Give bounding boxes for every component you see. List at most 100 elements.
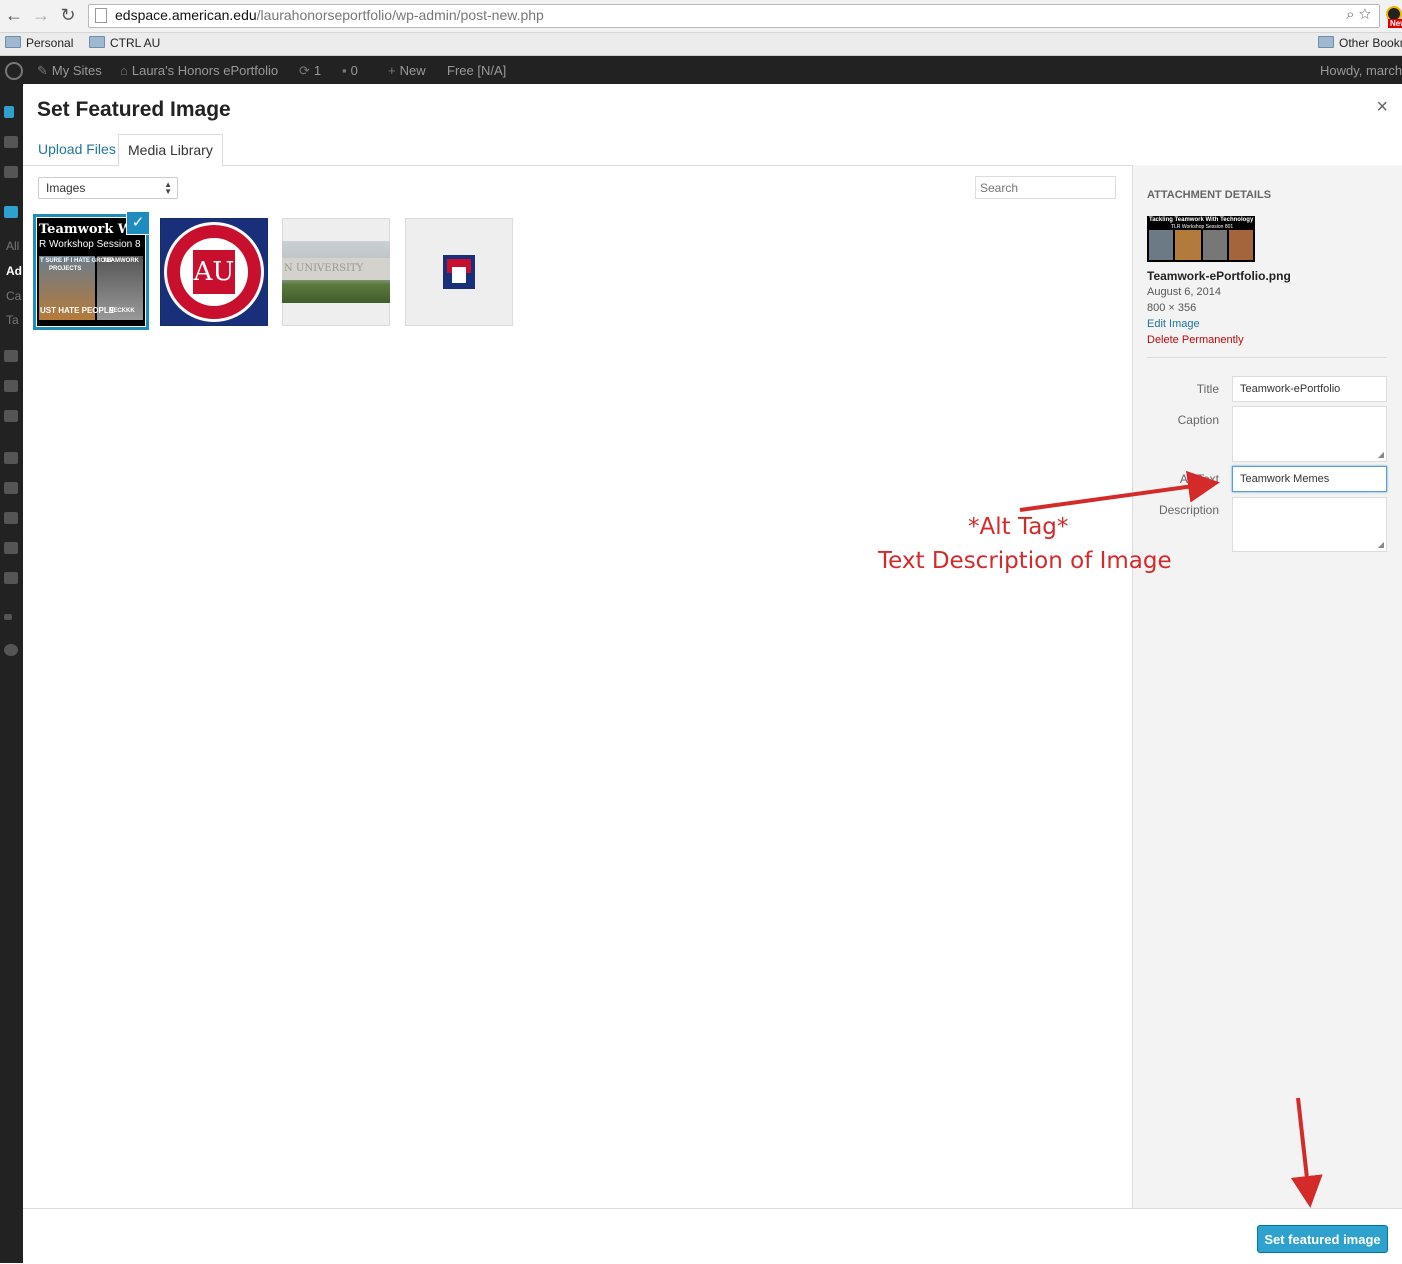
- admin-sidebar: All Ad Ca Ta: [0, 84, 23, 1263]
- url-path: /laurahonorseportfolio/wp-admin/post-new…: [256, 7, 544, 23]
- posts-icon[interactable]: [4, 206, 18, 218]
- caption-label: Caption: [1177, 413, 1219, 427]
- select-arrows-icon: ▲ ▼: [164, 180, 172, 196]
- comment-icon: ▪: [342, 63, 347, 78]
- thumb-text: PROJECTS: [49, 266, 82, 272]
- title-label: Title: [1196, 382, 1219, 396]
- preview-meme: [1175, 230, 1201, 260]
- set-featured-image-button[interactable]: Set featured image: [1257, 1225, 1388, 1253]
- site-name-menu[interactable]: ⌂ Laura's Honors ePortfolio: [120, 63, 278, 78]
- annotation-description: Text Description of Image: [878, 548, 1172, 574]
- thumb-text: UST HATE PEOPLE: [40, 306, 115, 315]
- bookmark-label: Other Bookm: [1339, 36, 1402, 50]
- tools-icon[interactable]: [4, 542, 18, 554]
- new-label: New: [399, 63, 426, 78]
- filter-value: Images: [46, 181, 86, 195]
- wall-text: N UNIVERSITY: [282, 258, 390, 280]
- misc-icon[interactable]: [4, 614, 12, 620]
- reload-icon[interactable]: ↻: [58, 5, 78, 25]
- delete-permanently-link[interactable]: Delete Permanently: [1147, 334, 1244, 346]
- back-arrow-icon[interactable]: ←: [4, 5, 24, 25]
- folder-icon: [89, 36, 105, 48]
- attachment-university-wall[interactable]: N UNIVERSITY: [282, 218, 390, 326]
- sidebar-item-categories[interactable]: Ca: [6, 289, 21, 303]
- alt-text-field[interactable]: [1232, 466, 1387, 492]
- howdy-menu[interactable]: Howdy, march: [1320, 63, 1402, 78]
- extension-icon[interactable]: New: [1384, 6, 1402, 28]
- thumb-text: NECKKK: [109, 308, 135, 314]
- comments-count: 0: [350, 63, 358, 78]
- preview-title: Tackling Teamwork With Technology: [1149, 217, 1254, 223]
- free-menu[interactable]: Free [N/A]: [447, 63, 506, 78]
- new-content-menu[interactable]: + New: [388, 63, 426, 78]
- edit-image-link[interactable]: Edit Image: [1147, 318, 1200, 330]
- folder-icon: [1318, 36, 1334, 48]
- media-type-filter[interactable]: Images ▲ ▼: [38, 177, 178, 199]
- folder-icon: [5, 36, 21, 48]
- media-icon[interactable]: [4, 350, 18, 362]
- attachment-preview: Tackling Teamwork With Technology TLR Wo…: [1147, 216, 1255, 262]
- dashboard-icon[interactable]: [4, 106, 14, 118]
- tab-media-library[interactable]: Media Library: [118, 134, 223, 167]
- bookmark-personal[interactable]: Personal: [5, 36, 73, 50]
- bookmark-ctrl-au[interactable]: CTRL AU: [89, 36, 160, 50]
- bookmark-label: CTRL AU: [110, 36, 161, 50]
- jetpack-icon[interactable]: [4, 136, 18, 148]
- sidebar-item-tags[interactable]: Ta: [6, 313, 19, 327]
- forward-arrow-icon[interactable]: →: [31, 5, 51, 25]
- users-icon[interactable]: [4, 512, 18, 524]
- resize-grip-icon[interactable]: ◢: [1378, 540, 1384, 549]
- media-modal: Set Featured Image × Upload Files Media …: [23, 84, 1402, 1264]
- media-search-input[interactable]: [975, 176, 1116, 199]
- title-field[interactable]: [1232, 376, 1387, 402]
- address-bar[interactable]: edspace.american.edu/laurahonorseportfol…: [88, 4, 1380, 28]
- pin-icon: ✎: [37, 63, 48, 78]
- selected-check-icon[interactable]: ✓: [127, 212, 149, 234]
- attachment-dimensions: 800 × 356: [1147, 302, 1197, 314]
- tab-upload-files[interactable]: Upload Files: [29, 134, 125, 164]
- site-name-label: Laura's Honors ePortfolio: [131, 63, 279, 78]
- comments-icon[interactable]: [4, 410, 18, 422]
- star-icon[interactable]: ☆: [1359, 6, 1371, 23]
- plugins-icon[interactable]: [4, 482, 18, 494]
- attachment-honors-seal[interactable]: AU: [160, 218, 268, 326]
- settings-icon[interactable]: [4, 572, 18, 584]
- attachment-au-logo[interactable]: [405, 218, 513, 326]
- bookmark-other[interactable]: Other Bookm: [1318, 36, 1402, 50]
- my-sites-label: My Sites: [51, 63, 102, 78]
- updates-menu[interactable]: ⟳ 1: [299, 63, 321, 79]
- sidebar-item-all[interactable]: All: [6, 239, 19, 253]
- comments-menu[interactable]: ▪ 0: [342, 63, 358, 78]
- modal-title: Set Featured Image: [37, 98, 231, 121]
- attachment-date: August 6, 2014: [1147, 286, 1222, 298]
- modal-tabs: Upload Files Media Library: [23, 134, 1402, 167]
- pages-icon[interactable]: [4, 380, 18, 392]
- url-actions: ⌕ ☆: [1346, 6, 1371, 23]
- plus-icon: +: [388, 63, 396, 78]
- description-field[interactable]: ◢: [1232, 497, 1387, 552]
- appearance-icon[interactable]: [4, 452, 18, 464]
- preview-meme: [1203, 230, 1227, 260]
- home-icon: ⌂: [120, 63, 128, 78]
- thumb-text: TEAMWORK: [103, 258, 139, 264]
- divider: [1147, 357, 1387, 358]
- collapse-menu-icon[interactable]: [4, 644, 18, 656]
- extension-badge: New: [1388, 19, 1402, 28]
- page-icon: [95, 8, 107, 23]
- attachment-teamwork[interactable]: Teamwork Wit R Workshop Session 8 T SURE…: [37, 218, 145, 326]
- description-label: Description: [1158, 503, 1219, 517]
- sidebar-item-add[interactable]: Ad: [6, 264, 22, 278]
- browser-toolbar: ← → ↻ edspace.american.edu/laurahonorsep…: [0, 0, 1402, 33]
- resize-grip-icon[interactable]: ◢: [1378, 450, 1384, 459]
- thumb-text: R Workshop Session 8: [39, 239, 141, 250]
- stats-icon[interactable]: [4, 166, 18, 178]
- updates-count: 1: [313, 63, 322, 78]
- my-sites-menu[interactable]: ✎ My Sites: [37, 63, 102, 79]
- wp-admin-bar: ✎ My Sites ⌂ Laura's Honors ePortfolio ⟳ 1 …: [0, 56, 1402, 84]
- au-logo-icon: [443, 255, 475, 289]
- wordpress-logo-icon[interactable]: [5, 62, 23, 80]
- zoom-icon[interactable]: ⌕: [1346, 6, 1354, 23]
- caption-field[interactable]: ◢: [1232, 406, 1387, 462]
- close-icon[interactable]: ×: [1376, 96, 1388, 119]
- preview-meme: [1229, 230, 1253, 260]
